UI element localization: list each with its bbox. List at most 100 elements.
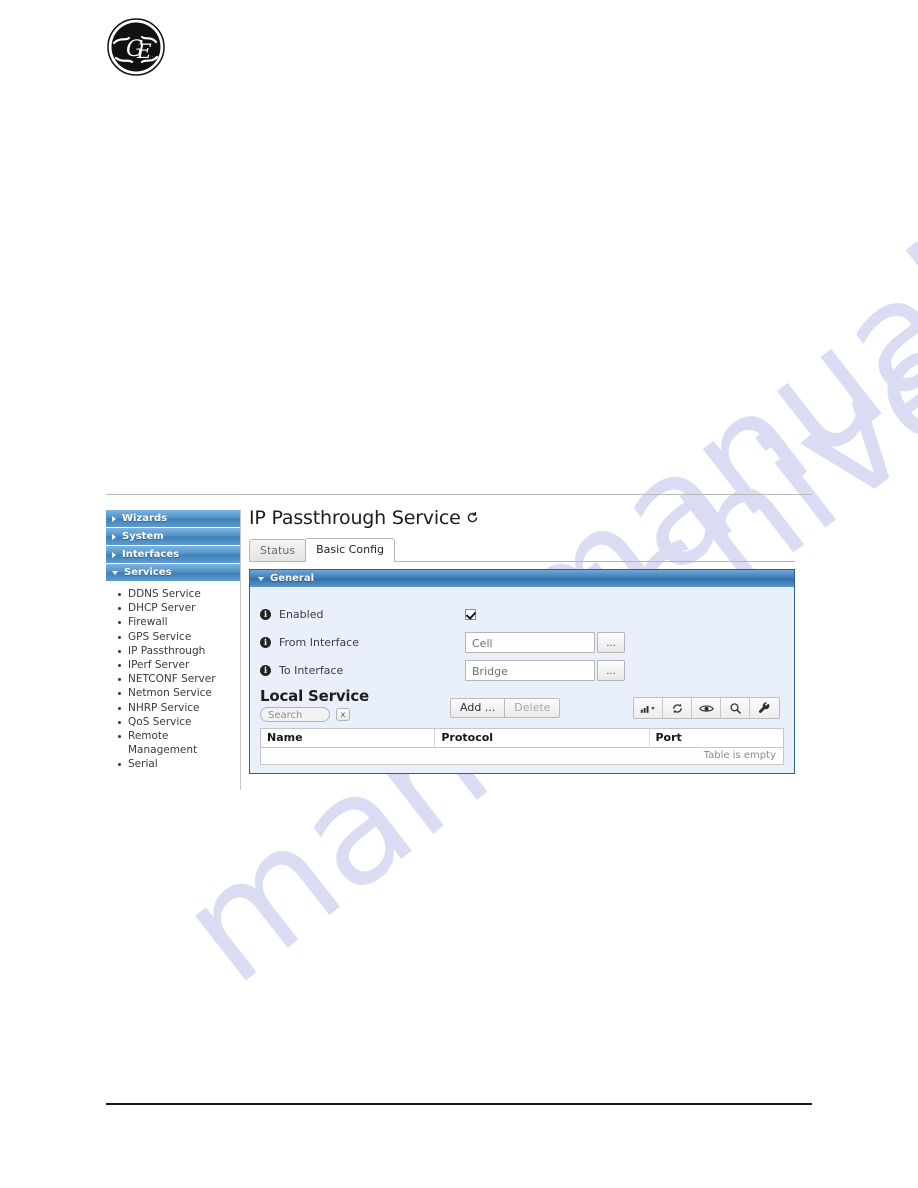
ge-logo: G E <box>107 18 165 76</box>
sidebar-item-nhrp-service[interactable]: NHRP Service <box>118 701 240 715</box>
search-clear-button[interactable]: x <box>336 708 350 721</box>
sidebar-item-label: Netmon Service <box>128 687 212 700</box>
sidebar-item-label: NETCONF Server <box>128 673 216 686</box>
sidebar-item-wizards[interactable]: Wizards <box>106 510 240 528</box>
table-header-row: Name Protocol Port <box>261 729 783 748</box>
chevron-right-icon <box>112 551 116 558</box>
sidebar-item-qos-service[interactable]: QoS Service <box>118 715 240 729</box>
field-label-from-interface: From Interface <box>279 635 359 649</box>
sidebar-item-label: Wizards <box>122 512 168 524</box>
eye-glyph <box>698 704 714 712</box>
sidebar-item-label: DDNS Service <box>128 588 201 600</box>
chevron-right-icon <box>112 533 116 540</box>
crud-button-group: Add ... Delete <box>450 698 561 718</box>
tab-label: Basic Config <box>316 543 384 556</box>
sidebar-item-label: IPerf Server <box>128 659 190 672</box>
refresh-icon[interactable] <box>663 698 692 718</box>
sidebar-item-label: Serial <box>128 758 158 771</box>
sidebar-services-list: DDNS Service DHCP Server Firewall GPS Se… <box>106 588 240 772</box>
tab-basic-config[interactable]: Basic Config <box>305 538 395 562</box>
sidebar-item-label: QoS Service <box>128 715 192 728</box>
sidebar-item-ip-passthrough[interactable]: IP Passthrough <box>118 644 240 658</box>
field-row-enabled: i Enabled <box>250 603 794 625</box>
sidebar-item-netconf-server[interactable]: NETCONF Server <box>118 673 240 686</box>
info-icon[interactable]: i <box>260 608 271 620</box>
svg-text:E: E <box>136 39 152 63</box>
local-service-table: Name Protocol Port Table is empty <box>260 728 784 765</box>
sidebar-item-netmon-service[interactable]: Netmon Service <box>118 687 240 700</box>
to-interface-control: Bridge ... <box>465 659 625 681</box>
sidebar-item-label: Interfaces <box>122 548 180 560</box>
sidebar-item-dhcp-server[interactable]: DHCP Server <box>118 602 240 615</box>
action-row: Add ... Delete <box>450 697 780 719</box>
panel-header[interactable]: General <box>250 570 794 587</box>
tab-label: Status <box>260 544 296 557</box>
info-icon[interactable]: i <box>260 636 271 648</box>
general-panel: General i Enabled i From Interface Cell … <box>249 569 795 774</box>
delete-button[interactable]: Delete <box>504 698 561 718</box>
sidebar-item-remote-management[interactable]: Remote <box>118 730 240 743</box>
page-title-text: IP Passthrough Service <box>249 507 461 529</box>
sidebar-item-label: Services <box>124 566 172 578</box>
sidebar-item-label: NHRP Service <box>128 701 200 714</box>
table-toolbar <box>633 697 780 719</box>
column-header-name[interactable]: Name <box>261 729 436 747</box>
table-empty-message: Table is empty <box>261 748 783 764</box>
enabled-checkbox[interactable] <box>465 608 476 620</box>
main-content: IP Passthrough Service Status Basic Conf… <box>242 505 797 774</box>
sidebar-item-iperf-server[interactable]: IPerf Server <box>118 659 240 672</box>
panel-body: i Enabled i From Interface Cell ... i To… <box>250 587 794 765</box>
refresh-glyph <box>672 703 682 713</box>
from-interface-control: Cell ... <box>465 631 625 653</box>
sidebar-item-label: Management <box>128 744 198 757</box>
add-button[interactable]: Add ... <box>450 698 506 718</box>
sidebar-item-firewall[interactable]: Firewall <box>118 616 240 629</box>
field-label-to-interface: To Interface <box>279 663 344 677</box>
sidebar-item-serial[interactable]: Serial <box>118 758 240 771</box>
tab-bar: Status Basic Config <box>249 538 795 562</box>
sidebar: Wizards System Interfaces Services DDNS … <box>106 510 241 790</box>
sidebar-item-gps-service[interactable]: GPS Service <box>118 630 240 644</box>
wrench-icon[interactable] <box>750 698 779 718</box>
sidebar-item-remote-management-cont[interactable]: Management <box>128 744 240 757</box>
sidebar-item-system[interactable]: System <box>106 528 240 546</box>
sidebar-item-label: IP Passthrough <box>128 644 206 657</box>
from-interface-browse-button[interactable]: ... <box>597 631 625 653</box>
bar-chart-glyph <box>640 706 655 713</box>
sidebar-item-interfaces[interactable]: Interfaces <box>106 546 240 564</box>
to-interface-browse-button[interactable]: ... <box>597 659 625 681</box>
ge-logo-mark: G E <box>107 18 165 76</box>
search-icon[interactable] <box>721 698 750 718</box>
sidebar-item-label: DHCP Server <box>128 602 196 615</box>
sidebar-item-label: GPS Service <box>128 630 192 643</box>
ui-screenshot-figure: Wizards System Interfaces Services DDNS … <box>106 505 797 792</box>
bar-chart-icon[interactable] <box>634 698 663 718</box>
sidebar-item-label: Remote <box>128 730 169 743</box>
sidebar-item-label: System <box>122 530 164 542</box>
panel-title: General <box>270 573 314 584</box>
field-row-to-interface: i To Interface Bridge ... <box>250 659 794 681</box>
refresh-glyph <box>467 511 477 523</box>
wrench-glyph <box>758 701 770 713</box>
from-interface-input[interactable]: Cell <box>465 631 595 653</box>
chevron-down-icon <box>112 570 118 575</box>
column-header-protocol[interactable]: Protocol <box>435 729 650 747</box>
sidebar-item-label: Firewall <box>128 616 168 629</box>
chevron-down-icon <box>258 576 264 581</box>
to-interface-input[interactable]: Bridge <box>465 659 595 681</box>
local-service-section: Local Service Search x Add ... Delete <box>250 687 794 722</box>
magnifier-glyph <box>730 702 741 714</box>
chevron-right-icon <box>112 515 116 522</box>
sidebar-item-services[interactable]: Services <box>106 564 240 582</box>
info-icon[interactable]: i <box>260 664 271 676</box>
page-rule-bottom <box>106 1103 812 1105</box>
eye-icon[interactable] <box>692 698 721 718</box>
field-row-from-interface: i From Interface Cell ... <box>250 631 794 653</box>
sidebar-item-ddns-service[interactable]: DDNS Service <box>118 588 240 601</box>
search-input[interactable]: Search <box>260 707 330 722</box>
tab-status[interactable]: Status <box>249 539 307 561</box>
refresh-icon[interactable] <box>466 507 479 529</box>
page-title: IP Passthrough Service <box>249 505 797 529</box>
field-label-enabled: Enabled <box>279 607 324 621</box>
column-header-port[interactable]: Port <box>650 729 783 747</box>
